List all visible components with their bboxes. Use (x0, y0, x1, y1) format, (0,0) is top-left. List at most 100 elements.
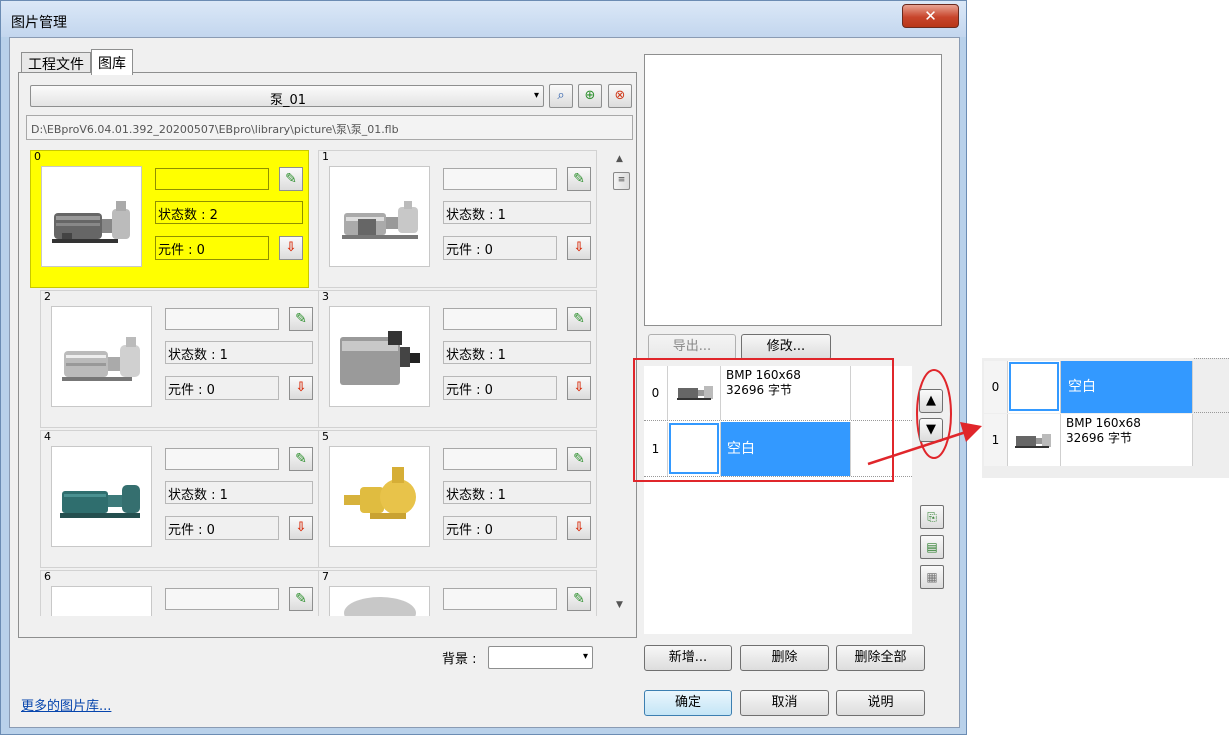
row-divider (1194, 412, 1229, 413)
row-divider (1194, 358, 1229, 359)
more-libraries-link[interactable]: 更多的图片库... (21, 695, 111, 714)
card-element-count: 元件 : 0 (443, 376, 557, 400)
card-name-field[interactable] (443, 448, 557, 470)
checker-icon[interactable]: ▦ (920, 565, 944, 589)
card-index: 5 (322, 430, 329, 443)
pencil-icon[interactable]: ✎ (567, 587, 591, 611)
state-thumbnail (1008, 414, 1061, 466)
delete-icon[interactable]: ⇩ (279, 236, 303, 260)
card-state-count: 状态数 : 1 (443, 201, 591, 224)
export-button[interactable]: 导出... (648, 334, 736, 360)
copy-icon[interactable]: ⎘ (920, 505, 944, 529)
card-name-field[interactable] (165, 448, 279, 470)
chevron-down-icon: ▾ (533, 90, 539, 101)
state-number: 0 (984, 361, 1008, 413)
pencil-icon[interactable]: ✎ (567, 167, 591, 191)
picture-card-grid: 0 ✎ 状态数 : 2 元件 : 0 ⇩ 1 ✎ 状态数: 1 元件: 0 … (26, 148, 609, 616)
close-button[interactable]: ✕ (902, 4, 959, 28)
picture-card-4[interactable]: 4 ✎ 状态数 : 1 元件 : 0 ⇩ (40, 430, 319, 568)
state-info: BMP 160x68 32696 字节 (1061, 414, 1193, 466)
library-path: D:\EBproV6.04.01.392_20200507\EBpro\libr… (26, 115, 633, 140)
card-state-count: 状态数 : 1 (165, 341, 313, 364)
delete-icon[interactable]: ⇩ (289, 376, 313, 400)
card-element-count: 元件 : 0 (155, 236, 269, 260)
picture-card-7[interactable]: 7 ✎ (318, 570, 597, 616)
card-grid-scrollbar[interactable]: ▲ ≡ ▼ (612, 150, 631, 614)
card-element-count: 元件 : 0 (443, 236, 557, 260)
help-button[interactable]: 说明 (836, 690, 925, 716)
delete-state-button[interactable]: 删除 (740, 645, 829, 671)
library-select-value: 泵_01 (269, 93, 307, 108)
picture-card-2[interactable]: 2 ✎ 状态数 : 1 元件 : 0 ⇩ (40, 290, 319, 428)
card-element-count: 元件 : 0 (443, 516, 557, 540)
triangle-up-icon[interactable]: ▲ (919, 389, 943, 413)
tab-gallery[interactable]: 图库 (91, 49, 133, 75)
pump-thumbnail (51, 306, 152, 407)
state-info: 空白 (1061, 361, 1193, 413)
card-state-count: 状态数 : 1 (165, 481, 313, 504)
remove-library-button[interactable]: ⊗ (608, 84, 632, 108)
ok-button[interactable]: 确定 (644, 690, 732, 716)
card-index: 0 (34, 150, 41, 163)
reordered-state-list: 0 空白 1 BMP 160x68 32696 字节 (982, 358, 1229, 478)
pump-thumbnail (329, 446, 430, 547)
paste-icon[interactable]: ▤ (920, 535, 944, 559)
card-state-count: 状态数 : 1 (443, 341, 591, 364)
delete-all-button[interactable]: 删除全部 (836, 645, 925, 671)
card-index: 4 (44, 430, 51, 443)
card-index: 3 (322, 290, 329, 303)
card-name-field[interactable] (443, 308, 557, 330)
add-library-button[interactable]: ⊕ (578, 84, 602, 108)
card-state-count: 状态数 : 1 (443, 481, 591, 504)
card-name-field[interactable] (165, 308, 279, 330)
scroll-up-icon[interactable]: ▲ (616, 154, 623, 164)
state-thumbnail (1008, 361, 1061, 413)
cancel-button[interactable]: 取消 (740, 690, 829, 716)
card-name-field[interactable] (443, 588, 557, 610)
card-element-count: 元件 : 0 (165, 376, 279, 400)
add-state-button[interactable]: 新增... (644, 645, 732, 671)
card-index: 1 (322, 150, 329, 163)
reordered-row-0: 0 空白 (982, 361, 1229, 413)
pump-thumbnail (329, 166, 430, 267)
state-number: 1 (984, 414, 1008, 466)
scroll-thumb[interactable]: ≡ (613, 172, 630, 190)
pump-thumbnail (51, 446, 152, 547)
pencil-icon[interactable]: ✎ (289, 447, 313, 471)
card-name-field[interactable] (443, 168, 557, 190)
picture-card-6[interactable]: 6 ✎ (40, 570, 319, 616)
pump-thumbnail (41, 166, 142, 267)
picture-card-3[interactable]: 3 ✎ 状态数 : 1 元件 : 0 ⇩ (318, 290, 597, 428)
delete-icon[interactable]: ⇩ (567, 236, 591, 260)
pencil-icon[interactable]: ✎ (289, 307, 313, 331)
delete-icon[interactable]: ⇩ (567, 376, 591, 400)
card-name-field[interactable] (165, 588, 279, 610)
search-icon: ⌕ (557, 88, 565, 103)
pencil-icon[interactable]: ✎ (567, 447, 591, 471)
pump-thumbnail (329, 586, 430, 616)
state-format: BMP 160x68 (1066, 416, 1141, 430)
add-library-icon: ⊕ (584, 88, 596, 103)
pump-thumbnail (329, 306, 430, 407)
modify-button[interactable]: 修改... (741, 334, 831, 360)
pencil-icon[interactable]: ✎ (567, 307, 591, 331)
browse-library-button[interactable]: ⌕ (549, 84, 573, 108)
picture-card-1[interactable]: 1 ✎ 状态数 : 1 元件 : 0 ⇩ (318, 150, 597, 288)
card-name-field[interactable] (155, 168, 269, 190)
picture-preview (644, 54, 942, 326)
title-bar: 图片管理 ✕ (1, 1, 966, 37)
tab-project-files[interactable]: 工程文件 (21, 52, 91, 73)
delete-icon[interactable]: ⇩ (567, 516, 591, 540)
pencil-icon[interactable]: ✎ (279, 167, 303, 191)
background-label: 背景 : (442, 652, 477, 667)
window-title: 图片管理 (11, 15, 67, 31)
delete-icon[interactable]: ⇩ (289, 516, 313, 540)
card-index: 7 (322, 570, 329, 583)
card-element-count: 元件 : 0 (165, 516, 279, 540)
pencil-icon[interactable]: ✎ (289, 587, 313, 611)
library-select[interactable]: 泵_01 ▾ (30, 85, 544, 108)
scroll-down-icon[interactable]: ▼ (616, 600, 623, 610)
picture-card-5[interactable]: 5 ✎ 状态数 : 1 元件 : 0 ⇩ (318, 430, 597, 568)
picture-card-0[interactable]: 0 ✎ 状态数 : 2 元件 : 0 ⇩ (30, 150, 309, 288)
background-select[interactable]: ▾ (488, 646, 593, 669)
